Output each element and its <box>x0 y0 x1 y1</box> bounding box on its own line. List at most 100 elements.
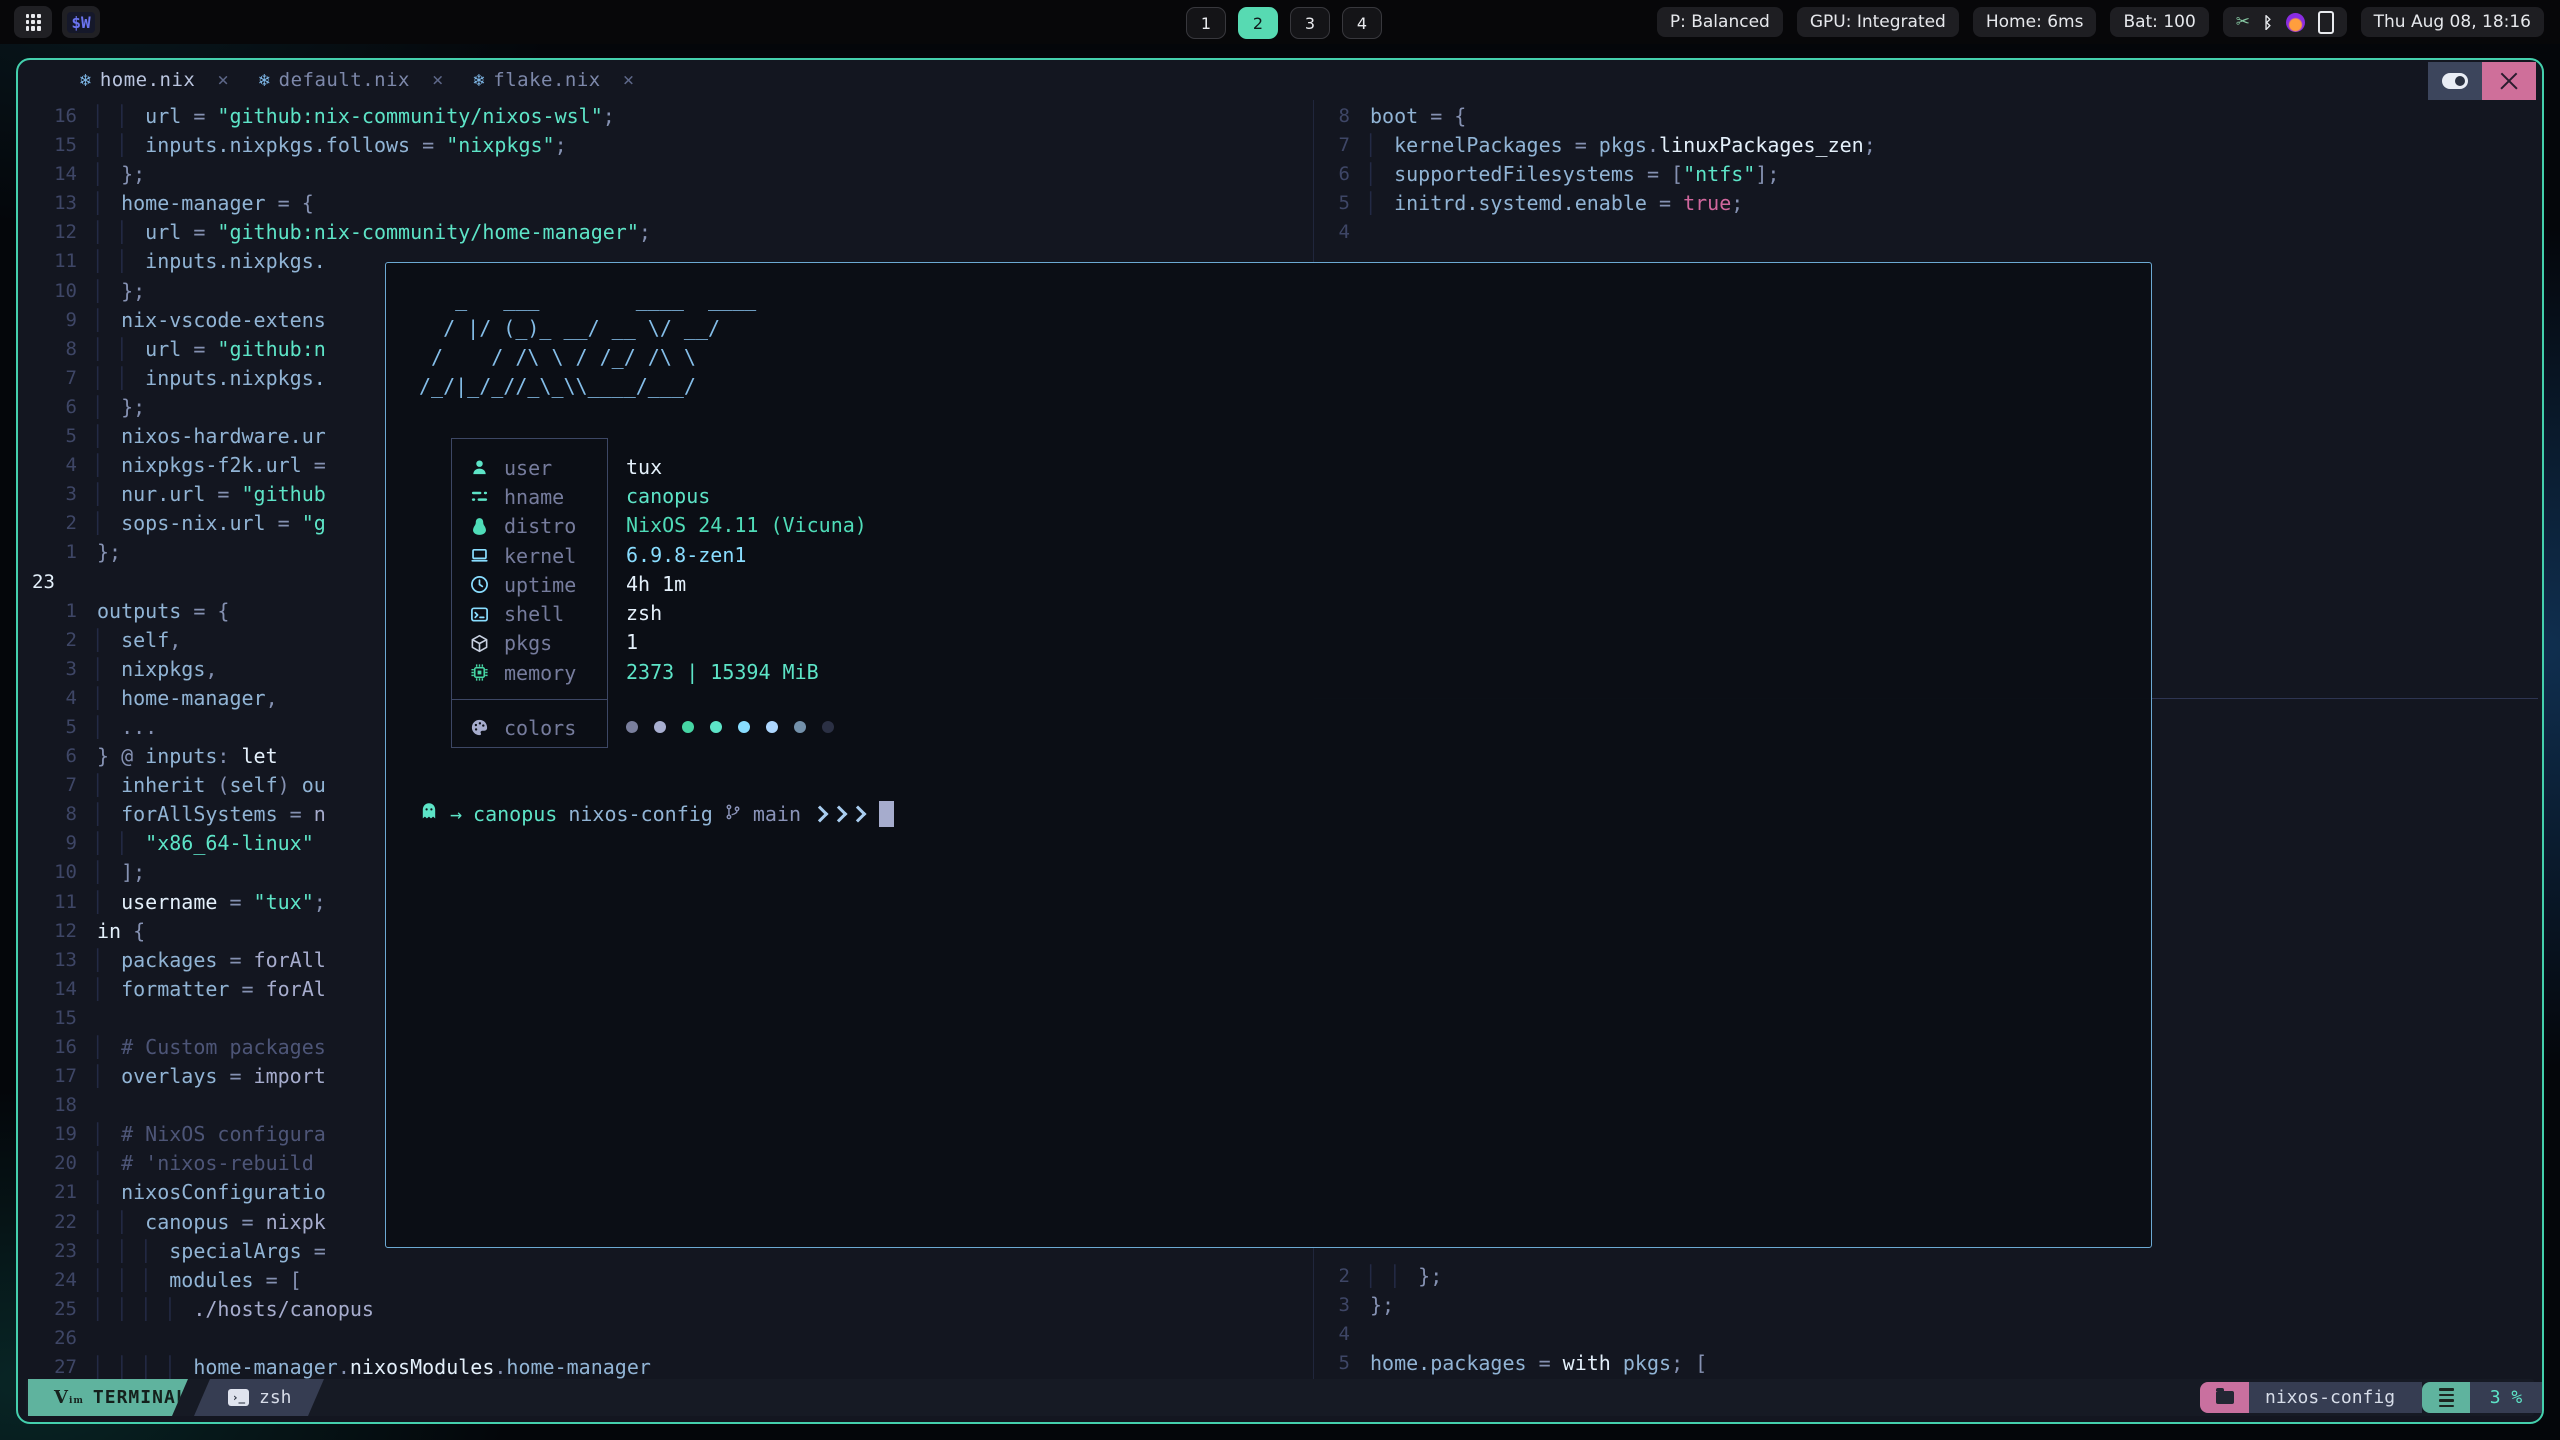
workspace-button-3[interactable]: 3 <box>1290 7 1330 39</box>
line-number: 15 <box>18 131 77 160</box>
bluetooth-icon[interactable]: ᛒ <box>2263 13 2273 32</box>
fetch-row-colors: colors <box>452 713 607 742</box>
clock-pill[interactable]: Thu Aug 08, 18:16 <box>2361 7 2544 37</box>
screenshot-tool-icon[interactable]: ✂ <box>2236 12 2250 32</box>
line-number: 7 <box>1314 131 1350 160</box>
line-number: 1 <box>18 597 77 626</box>
tab-close-icon[interactable]: × <box>217 69 228 91</box>
special-workspace-icon: $W <box>67 12 94 33</box>
fetch-row-kernel: kernel <box>452 541 607 570</box>
line-number: 12 <box>18 917 77 946</box>
code-text: in { <box>97 917 145 946</box>
tab-close-icon[interactable]: × <box>432 69 443 91</box>
fetch-value-pkgs: 1 <box>626 628 638 657</box>
line-number: 7 <box>18 364 77 393</box>
pin-toggle-button[interactable] <box>2428 62 2482 100</box>
repo-segment: nixos-config <box>2249 1382 2422 1413</box>
fetch-label: hname <box>504 485 564 509</box>
code-line: 12▏ ▏ url = "github:nix-community/home-m… <box>18 218 1313 247</box>
line-number: 5 <box>1314 1349 1350 1378</box>
tab-default.nix[interactable]: ❄default.nix× <box>259 69 444 91</box>
code-line: 2▏ ▏ }; <box>1314 1262 2542 1291</box>
wallpaper-daemon-icon[interactable] <box>2286 13 2305 32</box>
line-number: 5 <box>1314 189 1350 218</box>
color-dot-6 <box>766 721 778 733</box>
line-number: 27 <box>18 1353 77 1381</box>
tab-close-icon[interactable]: × <box>623 69 634 91</box>
code-text: boot = { <box>1370 102 1466 131</box>
line-number: 6 <box>18 742 77 771</box>
fetch-value-kernel: 6.9.8-zen1 <box>626 540 746 569</box>
sliders-icon <box>468 487 490 507</box>
code-line: 4 <box>1314 1320 2542 1349</box>
line-number: 23 <box>18 568 91 597</box>
special-workspace-button[interactable]: $W <box>62 6 100 38</box>
code-text: } @ inputs: let <box>97 742 278 771</box>
code-text: ▏ ▏ canopus = nixpk <box>97 1208 326 1237</box>
color-dot-7 <box>794 721 806 733</box>
workspace-button-2[interactable]: 2 <box>1238 7 1278 39</box>
code-text: ▏ ▏ url = "github:n <box>97 335 326 364</box>
code-text: ▏ ▏ ▏ specialArgs = <box>97 1237 326 1266</box>
tab-home.nix[interactable]: ❄home.nix× <box>80 69 229 91</box>
line-number: 25 <box>18 1295 77 1324</box>
chevron-right-icon <box>812 805 829 822</box>
nix-snowflake-icon: ❄ <box>473 70 484 91</box>
code-line: 13▏ home-manager = { <box>18 189 1313 218</box>
code-text: ▏ }; <box>97 393 145 422</box>
code-text: outputs = { <box>97 597 229 626</box>
workspace-switcher: 1234 <box>1186 7 1382 39</box>
code-text: ▏ ▏ inputs.nixpkgs. <box>97 364 326 393</box>
ping-pill: Home: 6ms <box>1973 7 2097 37</box>
color-dot-4 <box>710 721 722 733</box>
code-text: ▏ ▏ url = "github:nix-community/nixos-ws… <box>97 102 615 131</box>
line-number: 8 <box>18 800 77 829</box>
fetch-value-memory: 2373 | 15394 MiB <box>626 657 819 686</box>
fetch-info-card: userhnamedistrokerneluptimeshellpkgsmemo… <box>451 438 608 748</box>
line-number: 23 <box>18 1237 77 1266</box>
code-pane-right-bottom[interactable]: 2▏ ▏ };3};45home.packages = with pkgs; [ <box>1314 1262 2542 1379</box>
repo-label: nixos-config <box>2265 1387 2395 1408</box>
line-number: 5 <box>18 422 77 451</box>
color-dot-1 <box>626 721 638 733</box>
floating-terminal[interactable]: _ ___ ____ ____ / |/ (_)_ __/ __ \/ __/ … <box>385 262 2152 1248</box>
app-launcher-button[interactable] <box>14 6 52 38</box>
lines-segment <box>2422 1382 2470 1413</box>
code-line: 7▏ kernelPackages = pkgs.linuxPackages_z… <box>1314 131 2542 160</box>
system-tray: ✂ ᛒ <box>2223 7 2347 37</box>
line-number: 10 <box>18 858 77 887</box>
tab-flake.nix[interactable]: ❄flake.nix× <box>473 69 634 91</box>
code-text: ▏ nixpkgs, <box>97 655 217 684</box>
code-text: ▏ nixpkgs-f2k.url = <box>97 451 326 480</box>
line-number: 20 <box>18 1149 77 1178</box>
line-number: 19 <box>18 1120 77 1149</box>
phone-icon[interactable] <box>2318 11 2334 34</box>
vim-icon: Vim <box>54 1387 84 1408</box>
code-line: 3}; <box>1314 1291 2542 1320</box>
fetch-value-user: tux <box>626 452 662 481</box>
line-number: 11 <box>18 888 77 917</box>
line-number: 14 <box>18 975 77 1004</box>
code-text: ▏ nixosConfiguratio <box>97 1178 326 1207</box>
code-text: ▏ }; <box>97 160 145 189</box>
line-number: 10 <box>18 277 77 306</box>
line-number: 15 <box>18 1004 77 1033</box>
fetch-label: colors <box>504 716 576 740</box>
workspace-button-4[interactable]: 4 <box>1342 7 1382 39</box>
code-text: ▏ initrd.systemd.enable = true; <box>1370 189 1743 218</box>
fetch-row-shell: shell <box>452 600 607 629</box>
code-line: 25▏ ▏ ▏ ▏ ./hosts/canopus <box>18 1295 1313 1324</box>
folder-segment <box>2200 1382 2249 1413</box>
line-number: 9 <box>18 306 77 335</box>
nix-snowflake-icon: ❄ <box>259 70 270 91</box>
workspace-button-1[interactable]: 1 <box>1186 7 1226 39</box>
close-window-button[interactable] <box>2482 62 2536 100</box>
fetch-label: user <box>504 456 552 480</box>
color-dot-5 <box>738 721 750 733</box>
nix-snowflake-icon: ❄ <box>80 70 91 91</box>
line-number: 6 <box>1314 160 1350 189</box>
line-number: 2 <box>1314 1262 1350 1291</box>
package-icon <box>468 633 490 653</box>
code-text: ▏ ▏ inputs.nixpkgs.follows = "nixpkgs"; <box>97 131 567 160</box>
line-number: 18 <box>18 1091 77 1120</box>
